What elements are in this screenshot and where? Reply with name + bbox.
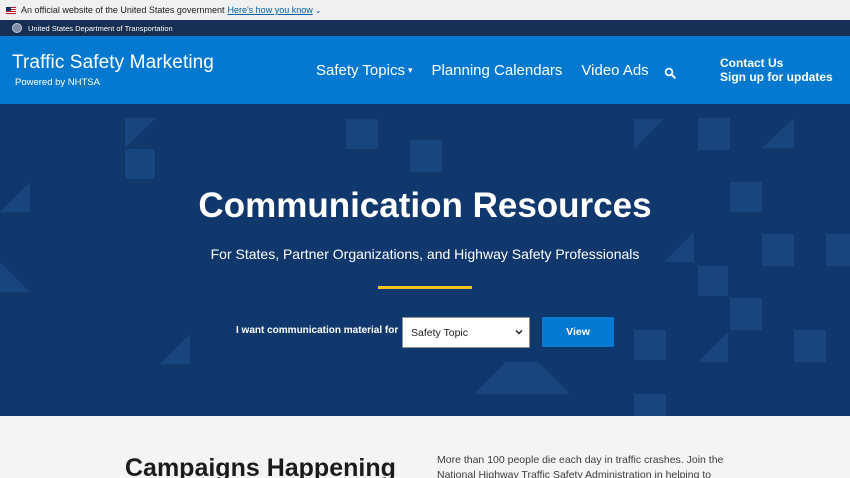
gov-banner: An official website of the United States… bbox=[0, 0, 850, 20]
dot-seal-icon bbox=[12, 23, 22, 33]
safety-topic-select[interactable]: Safety Topic bbox=[402, 317, 530, 348]
signup-updates-link[interactable]: Sign up for updates bbox=[720, 70, 833, 84]
safety-topic-select-value: Safety Topic bbox=[411, 326, 469, 339]
view-button[interactable]: View bbox=[542, 317, 614, 347]
hero-section: Communication Resources For States, Part… bbox=[0, 104, 850, 416]
nav-video-ads[interactable]: Video Ads bbox=[581, 62, 648, 79]
nav-safety-topics-label: Safety Topics bbox=[316, 62, 405, 79]
nav-planning-calendars[interactable]: Planning Calendars bbox=[431, 62, 562, 79]
campaigns-section: Campaigns Happening More than 100 people… bbox=[0, 416, 850, 478]
material-for-label: I want communication material for bbox=[236, 325, 399, 336]
caret-down-icon: ▾ bbox=[407, 65, 413, 75]
site-subtitle: Powered by NHTSA bbox=[15, 77, 101, 88]
nav-safety-topics[interactable]: Safety Topics ▾ bbox=[316, 62, 412, 79]
campaigns-heading: Campaigns Happening bbox=[125, 454, 396, 478]
gov-banner-text: An official website of the United States… bbox=[21, 5, 225, 15]
agency-name[interactable]: United States Department of Transportati… bbox=[28, 24, 173, 33]
chevron-down-icon bbox=[515, 330, 523, 335]
site-title[interactable]: Traffic Safety Marketing bbox=[12, 52, 214, 74]
heres-how-you-know-link[interactable]: Here's how you know bbox=[227, 5, 312, 15]
chevron-down-icon[interactable]: ⌄ bbox=[315, 6, 322, 15]
campaigns-intro-text: More than 100 people die each day in tra… bbox=[437, 454, 724, 478]
contact-us-link[interactable]: Contact Us bbox=[720, 56, 833, 70]
hero-title: Communication Resources bbox=[198, 186, 652, 225]
site-header: Traffic Safety Marketing Powered by NHTS… bbox=[0, 36, 850, 104]
accent-divider bbox=[378, 286, 472, 289]
agency-bar: United States Department of Transportati… bbox=[0, 20, 850, 36]
us-flag-icon bbox=[6, 6, 16, 14]
main-nav: Safety Topics ▾ Planning Calendars Video … bbox=[316, 62, 668, 79]
search-icon[interactable] bbox=[664, 67, 676, 79]
utility-links: Contact Us Sign up for updates bbox=[720, 56, 833, 84]
hero-subtitle: For States, Partner Organizations, and H… bbox=[210, 246, 640, 262]
